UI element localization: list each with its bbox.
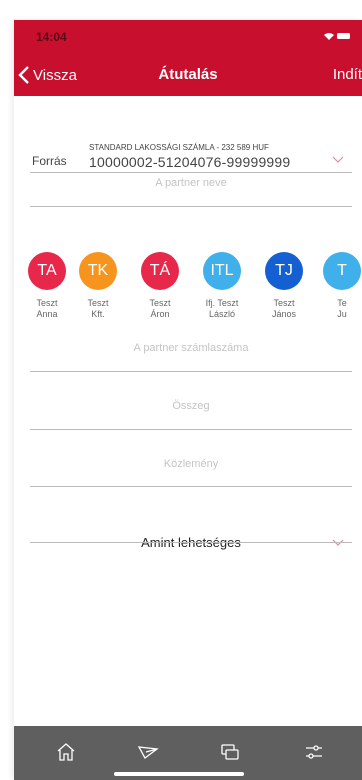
schedule-selector[interactable]: Amint lehetséges [30,520,352,562]
partner-label: Teszt Kft. [87,298,109,319]
phone-screen: 14:04 Vissza Átutalás Indít Forrás STAND… [14,20,362,780]
partner-label: Teszt Anna [36,298,58,319]
partner-item[interactable]: TÁ Teszt Áron [137,252,183,320]
cards-icon[interactable] [218,740,242,764]
partner-label: Teszt Áron [149,298,171,319]
partner-item[interactable]: TA Teszt Anna [24,252,70,320]
divider [30,486,352,487]
comment-field[interactable]: Közlemény [30,446,352,486]
chevron-down-icon [332,156,344,163]
partner-label: Te Ju [337,298,347,319]
partner-account-placeholder: A partner számlaszáma [133,342,249,354]
divider [30,206,352,207]
status-time: 14:04 [36,30,67,44]
partner-account-field[interactable]: A partner számlaszáma [30,330,352,370]
nav-header: 14:04 Vissza Átutalás Indít [14,20,362,96]
avatar: ITL [203,252,241,290]
divider [30,542,352,543]
divider [30,371,352,372]
send-icon[interactable] [136,740,160,764]
avatar: TA [28,252,66,290]
start-button[interactable]: Indít [333,66,362,83]
home-indicator[interactable] [114,772,244,776]
source-account-name: STANDARD LAKOSSÁGI SZÁMLA - 232 589 HUF [89,143,269,152]
partner-name-field[interactable]: A partner neve [30,165,352,205]
partner-label: Teszt János [271,298,297,319]
partner-name-placeholder: A partner neve [155,177,227,189]
partner-item[interactable]: TJ Teszt János [261,252,307,320]
avatar: TK [79,252,117,290]
partner-item[interactable]: T Te Ju [319,252,362,320]
comment-placeholder: Közlemény [163,458,219,470]
partner-label: Ifj. Teszt László [205,298,239,319]
amount-placeholder: Összeg [172,400,210,412]
avatar: TJ [265,252,303,290]
avatar: TÁ [141,252,179,290]
partner-item[interactable]: TK Teszt Kft. [75,252,121,320]
settings-icon[interactable] [302,740,326,764]
partner-item[interactable]: ITL Ifj. Teszt László [199,252,245,320]
status-icons [324,33,350,40]
amount-field[interactable]: Összeg [30,388,352,428]
home-icon[interactable] [54,740,78,764]
chevron-down-icon [332,539,344,546]
page-title: Átutalás [158,66,218,83]
divider [30,429,352,430]
avatar: T [323,252,361,290]
